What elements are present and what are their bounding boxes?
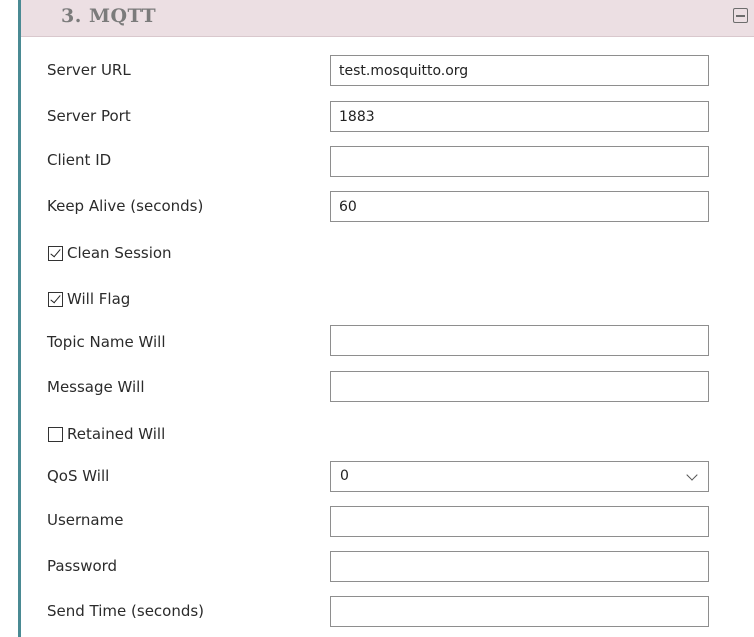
section-title: 3. MQTT: [61, 5, 157, 27]
chevron-down-icon: [686, 469, 698, 481]
retained-will-label[interactable]: Retained Will: [67, 425, 165, 443]
topic-name-will-label: Topic Name Will: [47, 333, 166, 351]
clean-session-label[interactable]: Clean Session: [67, 244, 172, 262]
password-label: Password: [47, 557, 118, 575]
will-flag-label[interactable]: Will Flag: [67, 290, 130, 308]
server-url-input[interactable]: [330, 55, 709, 86]
topic-name-will-input[interactable]: [330, 325, 709, 356]
username-input[interactable]: [330, 506, 709, 537]
keep-alive-label: Keep Alive (seconds): [47, 197, 204, 215]
qos-will-label: QoS Will: [47, 467, 110, 485]
panel-left-border: [18, 0, 21, 637]
will-flag-checkbox[interactable]: [48, 292, 63, 307]
server-port-label: Server Port: [47, 107, 131, 125]
client-id-input[interactable]: [330, 146, 709, 177]
message-will-label: Message Will: [47, 378, 145, 396]
server-url-label: Server URL: [47, 61, 131, 79]
message-will-input[interactable]: [330, 371, 709, 402]
send-time-input[interactable]: [330, 596, 709, 627]
keep-alive-input[interactable]: [330, 191, 709, 222]
mqtt-settings-panel: 3. MQTT Server URL Server Port Client ID…: [0, 0, 754, 637]
server-port-input[interactable]: [330, 101, 709, 132]
section-header[interactable]: 3. MQTT: [21, 0, 754, 37]
retained-will-checkbox[interactable]: [48, 427, 63, 442]
username-label: Username: [47, 511, 124, 529]
password-input[interactable]: [330, 551, 709, 582]
qos-will-selected-value: 0: [340, 468, 349, 484]
qos-will-select[interactable]: 0: [330, 461, 709, 492]
collapse-icon[interactable]: [733, 8, 748, 23]
clean-session-checkbox[interactable]: [48, 246, 63, 261]
client-id-label: Client ID: [47, 151, 112, 169]
send-time-label: Send Time (seconds): [47, 602, 205, 620]
